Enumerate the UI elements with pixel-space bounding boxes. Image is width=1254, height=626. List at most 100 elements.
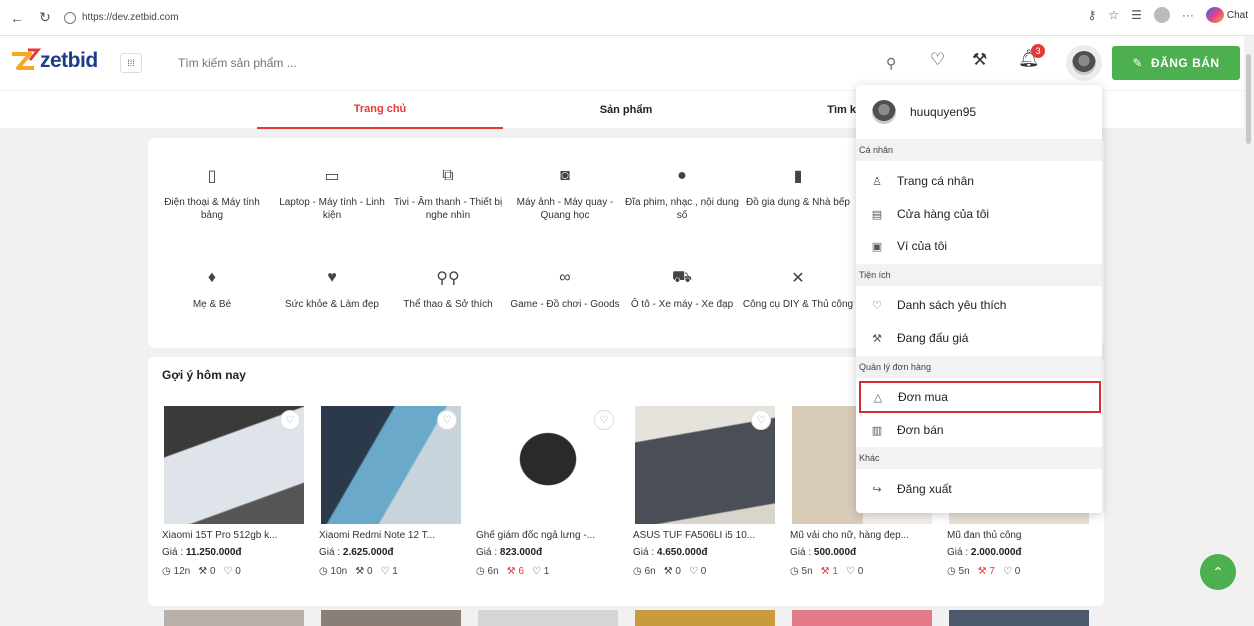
- category-item[interactable]: ◙ Máy ảnh - Máy quay - Quang học: [505, 164, 625, 222]
- star-icon[interactable]: ☆: [1108, 8, 1119, 22]
- category-item[interactable]: ▮ Đồ gia dụng & Nhà bếp: [738, 164, 858, 209]
- menu-item-wishlist[interactable]: ♡ Danh sách yêu thích: [856, 289, 1102, 321]
- bid-stat: ⚒ 6: [507, 566, 524, 577]
- copilot-icon: [1205, 7, 1224, 23]
- bid-count: 1: [832, 566, 838, 577]
- time-stat: ◷ 6n: [476, 566, 499, 577]
- browser-toolbar: ← ↻ https://dev.zetbid.com ⚷ ☆ ☰ ··· Cha…: [0, 0, 1254, 36]
- product-image[interactable]: [478, 610, 618, 626]
- address-bar[interactable]: https://dev.zetbid.com: [64, 6, 179, 30]
- product-card[interactable]: ♡ Ghế giám đốc ngả lưng -... Giá : 823.0…: [476, 406, 624, 606]
- price-value: 2.000.000đ: [970, 547, 1022, 558]
- menu-item-logout[interactable]: ↪ Đăng xuất: [856, 473, 1102, 505]
- favorite-heart-icon[interactable]: ♡: [437, 410, 457, 430]
- favorite-heart-icon[interactable]: ♡: [594, 410, 614, 430]
- heart-icon: ♡: [223, 566, 233, 577]
- favorite-heart-icon[interactable]: ♡: [280, 410, 300, 430]
- category-item[interactable]: ▭ Laptop - Máy tính - Linh kiện: [272, 164, 392, 222]
- menu-item-profile[interactable]: ♙ Trang cá nhân: [856, 165, 1102, 197]
- product-image[interactable]: [949, 610, 1089, 626]
- time-value: 12n: [173, 566, 191, 577]
- favorite-heart-icon[interactable]: ♡: [751, 410, 771, 430]
- search-input[interactable]: [178, 56, 778, 70]
- wishlist-heart-icon[interactable]: ♡: [930, 50, 945, 70]
- price-value: 2.625.000đ: [342, 547, 394, 558]
- heart-icon: ♡: [531, 566, 541, 577]
- tab-home[interactable]: Trang chủ: [257, 91, 503, 129]
- category-item[interactable]: ▯ Điện thoại & Máy tính bảng: [152, 164, 272, 222]
- site-info-icon[interactable]: [64, 11, 76, 24]
- product-stats: ◷ 6n ⚒ 6 ♡ 1: [476, 566, 549, 577]
- profile-icon[interactable]: [1153, 7, 1170, 23]
- category-item[interactable]: ♦ Mẹ & Bé: [152, 266, 272, 311]
- product-card[interactable]: ♡ Xiaomi 15T Pro 512gb k... Giá : 11.250…: [162, 406, 310, 606]
- scrollbar-thumb[interactable]: [1246, 54, 1251, 144]
- menu-item-label: Đang đấu giá: [897, 331, 969, 345]
- menu-item-bidding[interactable]: ⚒ Đang đấu giá: [856, 322, 1102, 354]
- tab-products[interactable]: Sản phẩm: [503, 91, 749, 129]
- scroll-top-button[interactable]: ⌃: [1200, 554, 1236, 590]
- bid-stat: ⚒ 0: [664, 566, 681, 577]
- chevron-up-icon: ⌃: [1212, 563, 1224, 580]
- auction-gavel-icon[interactable]: ⚒: [972, 50, 987, 70]
- heart-icon: ♡: [845, 566, 855, 577]
- dropdown-user-header[interactable]: huuquyen95: [856, 85, 1102, 139]
- search-icon[interactable]: ⚲: [886, 55, 896, 72]
- product-image[interactable]: ♡: [164, 406, 304, 524]
- bid-count: 7: [989, 566, 995, 577]
- category-item[interactable]: ⛟ Ô tô - Xe máy - Xe đạp: [622, 266, 742, 311]
- menu-item-label: Danh sách yêu thích: [897, 298, 1007, 312]
- heart-icon: ♡: [688, 566, 698, 577]
- chat-button[interactable]: Chat: [1205, 7, 1248, 23]
- url-text: https://dev.zetbid.com: [82, 12, 179, 23]
- appliance-icon: ▮: [793, 168, 803, 185]
- product-image[interactable]: ♡: [478, 406, 618, 524]
- product-image[interactable]: [164, 610, 304, 626]
- product-image[interactable]: [321, 610, 461, 626]
- menu-item-wallet[interactable]: ▣ Ví của tôi: [856, 230, 1102, 262]
- product-image[interactable]: [792, 610, 932, 626]
- reload-icon[interactable]: ↻: [34, 7, 56, 29]
- avatar: [872, 100, 896, 124]
- category-item[interactable]: ∞ Game - Đồ chơi - Goods: [505, 266, 625, 311]
- back-arrow-icon[interactable]: ←: [6, 7, 28, 29]
- section-utilities: Tiện ích: [856, 264, 1102, 286]
- category-item[interactable]: ⧉ Tivi - Âm thanh - Thiết bị nghe nhìn: [388, 164, 508, 222]
- bid-count: 0: [209, 566, 216, 577]
- category-item[interactable]: ⚲⚲ Thể thao & Sở thích: [388, 266, 508, 311]
- heart-icon: ♡: [872, 299, 882, 312]
- menu-item-purchase-orders[interactable]: △ Đơn mua: [859, 381, 1101, 413]
- product-image[interactable]: ♡: [321, 406, 461, 524]
- product-image[interactable]: [635, 610, 775, 626]
- clock-icon: ◷: [319, 566, 328, 577]
- section-order-management: Quản lý đơn hàng: [856, 356, 1102, 378]
- product-image[interactable]: ♡: [635, 406, 775, 524]
- product-price: Giá : 500.000đ: [790, 547, 856, 558]
- baby-icon: ♦: [207, 269, 217, 286]
- product-stats: ◷ 10n ⚒ 0 ♡ 1: [319, 566, 398, 577]
- page-scrollbar[interactable]: [1244, 36, 1254, 626]
- apps-grid-icon[interactable]: ⁞⁞⁞: [120, 53, 142, 73]
- product-card[interactable]: ♡ Xiaomi Redmi Note 12 T... Giá : 2.625.…: [319, 406, 467, 606]
- menu-item-my-store[interactable]: ▤ Cửa hàng của tôi: [856, 198, 1102, 230]
- key-icon[interactable]: ⚷: [1088, 8, 1097, 22]
- category-item[interactable]: ♥ Sức khỏe & Làm đẹp: [272, 266, 392, 311]
- menu-item-sales-orders[interactable]: ▥ Đơn bán: [856, 414, 1102, 446]
- wallet-icon: ▣: [871, 240, 883, 253]
- like-stat: ♡ 0: [224, 566, 241, 577]
- tv-icon: ⧉: [442, 167, 454, 184]
- user-avatar-button[interactable]: [1066, 45, 1102, 81]
- zetbid-logo[interactable]: zetbid: [8, 47, 98, 75]
- favorites-icon[interactable]: ☰: [1131, 8, 1142, 22]
- sell-button[interactable]: ✎ ĐĂNG BÁN: [1112, 46, 1240, 80]
- clock-icon: ◷: [476, 566, 485, 577]
- heart-health-icon: ♥: [327, 269, 337, 286]
- heart-icon: ♡: [380, 566, 390, 577]
- more-icon[interactable]: ···: [1182, 8, 1194, 22]
- menu-item-label: Cửa hàng của tôi: [897, 207, 990, 221]
- category-item[interactable]: ✕ Công cụ DIY & Thủ công: [738, 266, 858, 311]
- category-item[interactable]: ● Đĩa phim, nhạc , nội dung số: [622, 164, 742, 222]
- tab-products-label: Sản phẩm: [599, 104, 653, 116]
- product-card[interactable]: ♡ ASUS TUF FA506LI i5 10... Giá : 4.650.…: [633, 406, 781, 606]
- price-value: 823.000đ: [499, 547, 543, 558]
